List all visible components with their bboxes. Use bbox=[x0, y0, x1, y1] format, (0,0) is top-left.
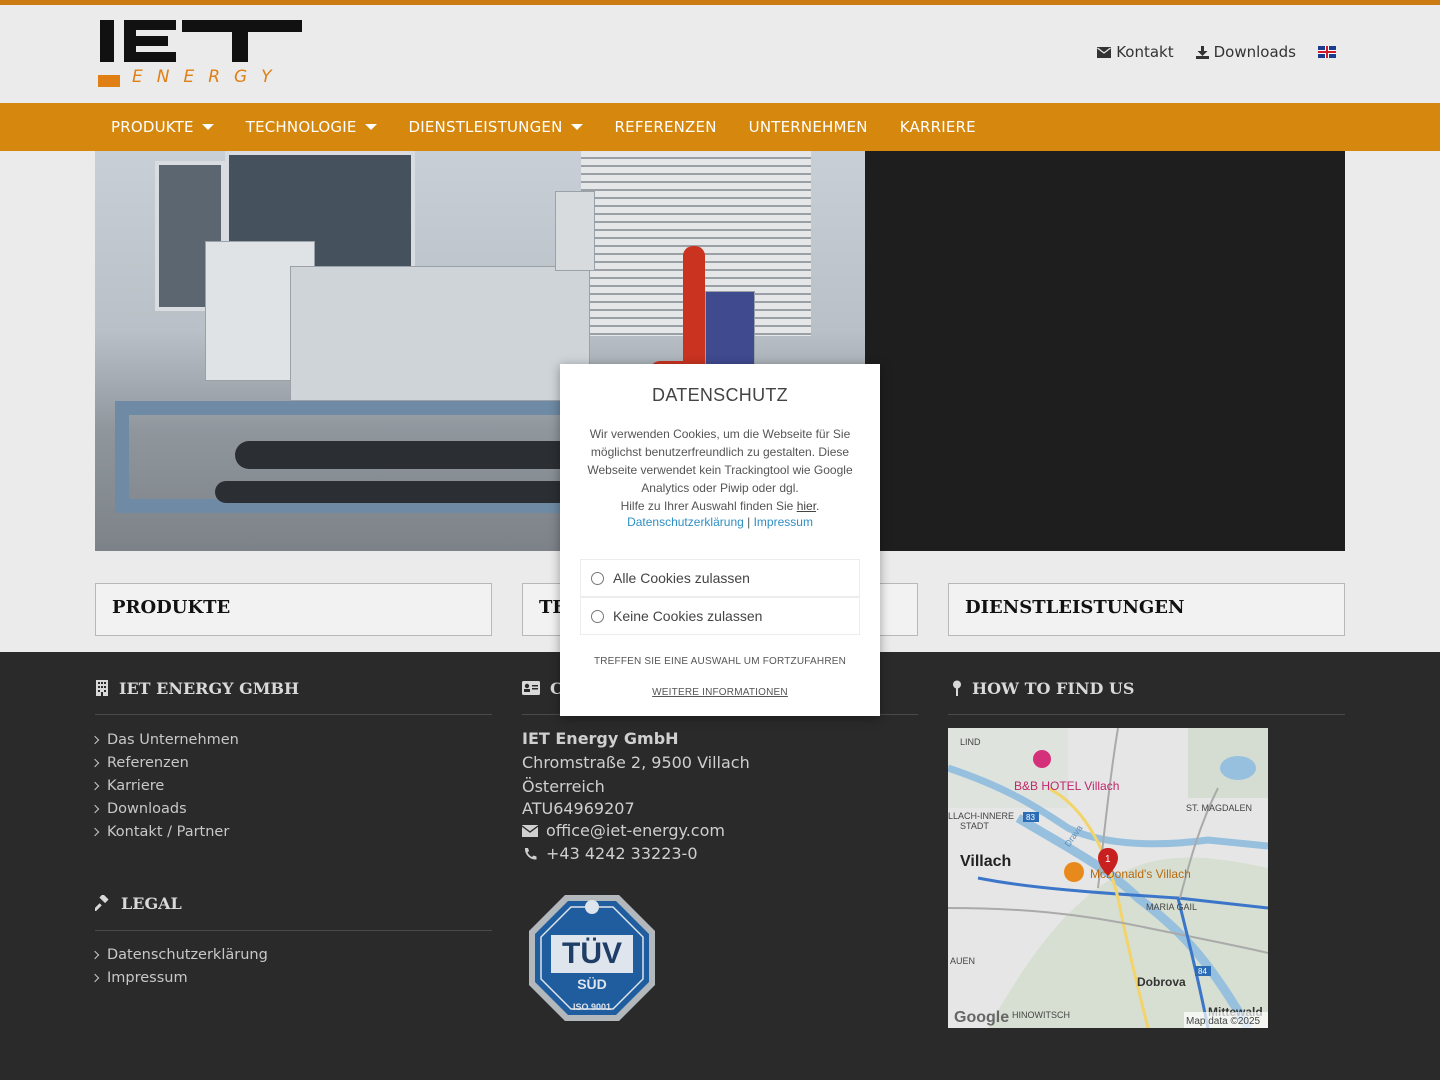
option-allow-all-cookies[interactable]: Alle Cookies zulassen bbox=[580, 559, 860, 597]
modal-description: Wir verwenden Cookies, um die Webseite f… bbox=[582, 425, 858, 515]
modal-link-separator: | bbox=[743, 515, 754, 529]
radio-allow-all[interactable] bbox=[591, 571, 604, 585]
modal-privacy-link[interactable]: Datenschutzerklärung bbox=[627, 515, 744, 529]
option-no-cookies-label: Keine Cookies zulassen bbox=[613, 608, 763, 624]
more-information-link[interactable]: WEITERE INFORMATIONEN bbox=[560, 687, 880, 698]
modal-links: Datenschutzerklärung | Impressum bbox=[560, 515, 880, 529]
modal-help-link[interactable]: hier bbox=[797, 499, 816, 513]
modal-imprint-link[interactable]: Impressum bbox=[754, 515, 813, 529]
radio-no-cookies[interactable] bbox=[591, 609, 604, 623]
option-allow-all-label: Alle Cookies zulassen bbox=[613, 570, 750, 586]
option-no-cookies[interactable]: Keine Cookies zulassen bbox=[580, 597, 860, 635]
cookie-consent-modal: DATENSCHUTZ Wir verwenden Cookies, um di… bbox=[560, 364, 880, 716]
modal-help-prefix: Hilfe zu Ihrer Auswahl finden Sie bbox=[620, 499, 797, 513]
modal-help-suffix: . bbox=[816, 499, 820, 513]
modal-text: Wir verwenden Cookies, um die Webseite f… bbox=[587, 427, 853, 495]
modal-title: DATENSCHUTZ bbox=[652, 385, 788, 405]
modal-note: TREFFEN SIE EINE AUSWAHL UM FORTZUFAHREN bbox=[593, 656, 847, 667]
